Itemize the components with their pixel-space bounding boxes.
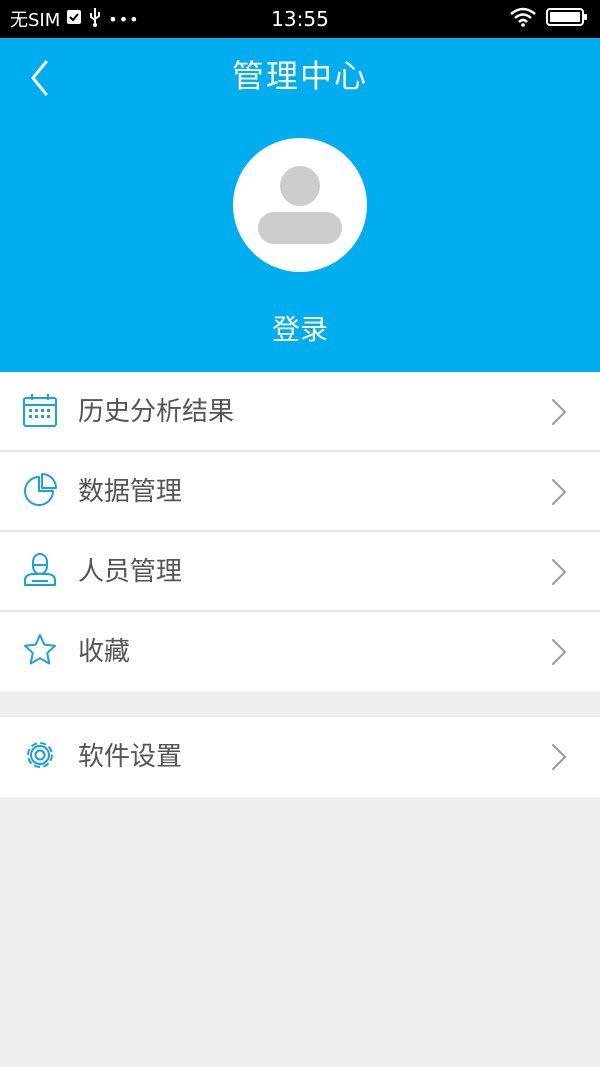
avatar[interactable] — [233, 138, 367, 272]
chevron-right-icon — [552, 744, 566, 770]
menu-item-label: 数据管理 — [78, 477, 183, 507]
battery-icon — [546, 7, 588, 31]
chevron-right-icon — [552, 399, 566, 425]
gear-icon — [27, 742, 53, 768]
menu-group-settings: 软件设置 — [0, 717, 600, 797]
menu-item-label: 人员管理 — [78, 557, 183, 587]
menu-item-label: 软件设置 — [78, 742, 183, 772]
avatar-icon — [258, 166, 342, 244]
chevron-right-icon — [552, 559, 566, 585]
wifi-icon — [510, 7, 536, 31]
menu-item-personnel[interactable]: 人员管理 — [0, 532, 600, 612]
menu-item-data[interactable]: 数据管理 — [0, 452, 600, 532]
pie-chart-icon — [24, 473, 57, 506]
star-icon — [24, 634, 56, 665]
status-right — [510, 0, 588, 38]
chevron-right-icon — [552, 639, 566, 665]
menu-item-settings[interactable]: 软件设置 — [0, 717, 600, 797]
chevron-right-icon — [552, 479, 566, 505]
menu-item-favorites[interactable]: 收藏 — [0, 612, 600, 692]
menu-item-label: 收藏 — [78, 637, 131, 667]
login-link[interactable]: 登录 — [220, 310, 380, 350]
calendar-icon — [23, 394, 57, 427]
status-bar: 无SIM ••• 13:55 — [0, 0, 600, 38]
menu-item-history[interactable]: 历史分析结果 — [0, 372, 600, 452]
page-title: 管理中心 — [231, 57, 368, 95]
menu-item-label: 历史分析结果 — [78, 397, 235, 427]
header: 管理中心 登录 — [0, 38, 600, 372]
user-icon — [24, 553, 56, 586]
menu-group-primary: 历史分析结果 数据管理 人员管理 收藏 — [0, 372, 600, 692]
